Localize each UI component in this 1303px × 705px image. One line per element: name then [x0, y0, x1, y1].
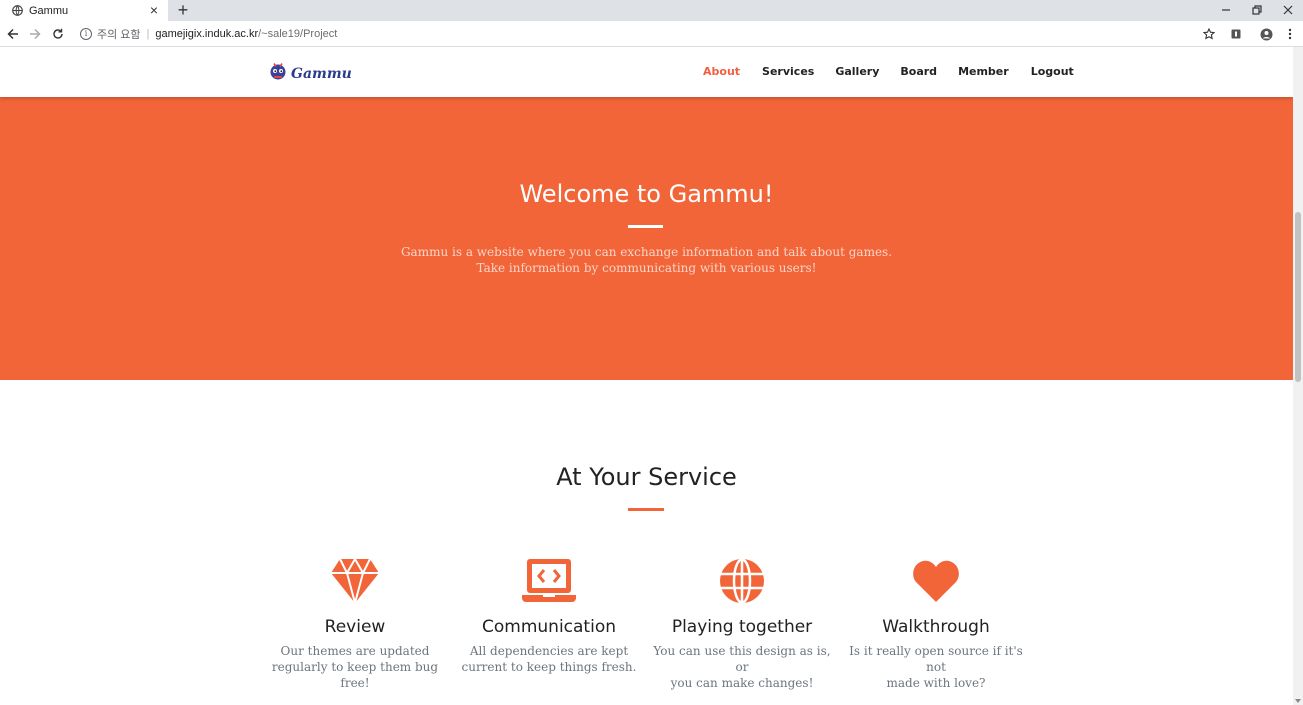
- globe-icon: [647, 557, 837, 605]
- address-toolbar: i 주의 요함 | gamejigix.induk.ac.kr/~sale19/…: [0, 21, 1303, 47]
- nav-board[interactable]: Board: [900, 65, 937, 78]
- url-separator: |: [146, 28, 150, 40]
- heart-icon: [841, 557, 1031, 605]
- service-item-playing-together: Playing together You can use this design…: [647, 557, 837, 691]
- hero-section: Welcome to Gammu! Gammu is a website whe…: [0, 97, 1293, 380]
- service-description: Is it really open source if it's not mad…: [841, 643, 1031, 691]
- service-name: Communication: [482, 617, 616, 637]
- tab-close-icon[interactable]: ×: [147, 2, 161, 18]
- service-description: You can use this design as is, or you ca…: [647, 643, 837, 691]
- new-tab-icon[interactable]: +: [174, 1, 192, 19]
- service-name: Review: [324, 617, 386, 637]
- window-close-icon[interactable]: [1273, 0, 1303, 20]
- scroll-down-arrow-icon[interactable]: [1295, 699, 1301, 703]
- hero-text-line-1: Gammu is a website where you can exchang…: [400, 245, 893, 259]
- brand-name: Gammu: [291, 65, 352, 82]
- page-scrollbar[interactable]: [1293, 47, 1303, 705]
- url-host: gamejigix.induk.ac.kr: [155, 28, 259, 40]
- service-description-line-2: you can make changes!: [670, 676, 814, 690]
- diamond-icon: [260, 557, 450, 605]
- info-icon[interactable]: i: [80, 28, 92, 40]
- url-path: /~sale19/Project: [258, 28, 338, 40]
- nav-about[interactable]: About: [703, 65, 740, 78]
- nav-services[interactable]: Services: [762, 65, 814, 78]
- browser-tab-strip: Gammu × +: [0, 0, 1303, 21]
- restore-icon[interactable]: [1242, 0, 1272, 20]
- forward-arrow-icon[interactable]: [26, 25, 44, 43]
- hero-text-line-2: Take information by communicating with v…: [476, 261, 817, 275]
- services-title: At Your Service: [556, 463, 737, 491]
- scrollbar-thumb[interactable]: [1295, 212, 1301, 382]
- back-arrow-icon[interactable]: [4, 25, 22, 43]
- main-menu: About Services Gallery Board Member Logo…: [703, 65, 1074, 78]
- service-description-line-1: You can use this design as is, or: [653, 644, 831, 674]
- brand-logo[interactable]: Gammu: [268, 61, 352, 86]
- service-description: Our themes are updated regularly to keep…: [260, 643, 450, 691]
- service-description-line-2: regularly to keep them bug free!: [271, 660, 439, 690]
- service-description-line-1: All dependencies are kept: [469, 644, 629, 658]
- service-item-walkthrough: Walkthrough Is it really open source if …: [841, 557, 1031, 691]
- service-description-line-2: made with love?: [886, 676, 986, 690]
- gamepad-mascot-icon: [268, 61, 288, 86]
- site-navbar: Gammu About Services Gallery Board Membe…: [0, 47, 1293, 97]
- nav-gallery[interactable]: Gallery: [835, 65, 879, 78]
- globe-favicon-icon: [12, 5, 23, 16]
- nav-member[interactable]: Member: [958, 65, 1009, 78]
- service-description-line-1: Is it really open source if it's not: [849, 644, 1023, 674]
- minimize-icon[interactable]: [1211, 0, 1241, 20]
- page-viewport: Gammu About Services Gallery Board Membe…: [0, 47, 1293, 705]
- service-item-communication: Communication All dependencies are kept …: [454, 557, 644, 675]
- hero-title: Welcome to Gammu!: [519, 180, 774, 208]
- account-icon[interactable]: [1257, 25, 1275, 43]
- nav-logout[interactable]: Logout: [1031, 65, 1074, 78]
- service-description: All dependencies are kept current to kee…: [454, 643, 644, 675]
- address-bar[interactable]: i 주의 요함 | gamejigix.induk.ac.kr/~sale19/…: [72, 23, 1224, 45]
- service-description-line-2: current to keep things fresh.: [461, 660, 637, 674]
- services-divider: [628, 508, 664, 511]
- service-item-review: Review Our themes are updated regularly …: [260, 557, 450, 691]
- extension-icon[interactable]: [1227, 25, 1245, 43]
- service-description-line-1: Our themes are updated: [280, 644, 430, 658]
- service-name: Walkthrough: [882, 617, 990, 637]
- bookmark-star-icon[interactable]: [1200, 25, 1218, 43]
- hero-divider: [628, 225, 663, 228]
- service-name: Playing together: [671, 617, 813, 637]
- browser-tab[interactable]: Gammu ×: [0, 0, 168, 21]
- laptop-code-icon: [454, 557, 644, 605]
- security-warning: 주의 요함: [97, 29, 141, 41]
- reload-icon[interactable]: [49, 25, 67, 43]
- kebab-menu-icon[interactable]: [1281, 25, 1299, 43]
